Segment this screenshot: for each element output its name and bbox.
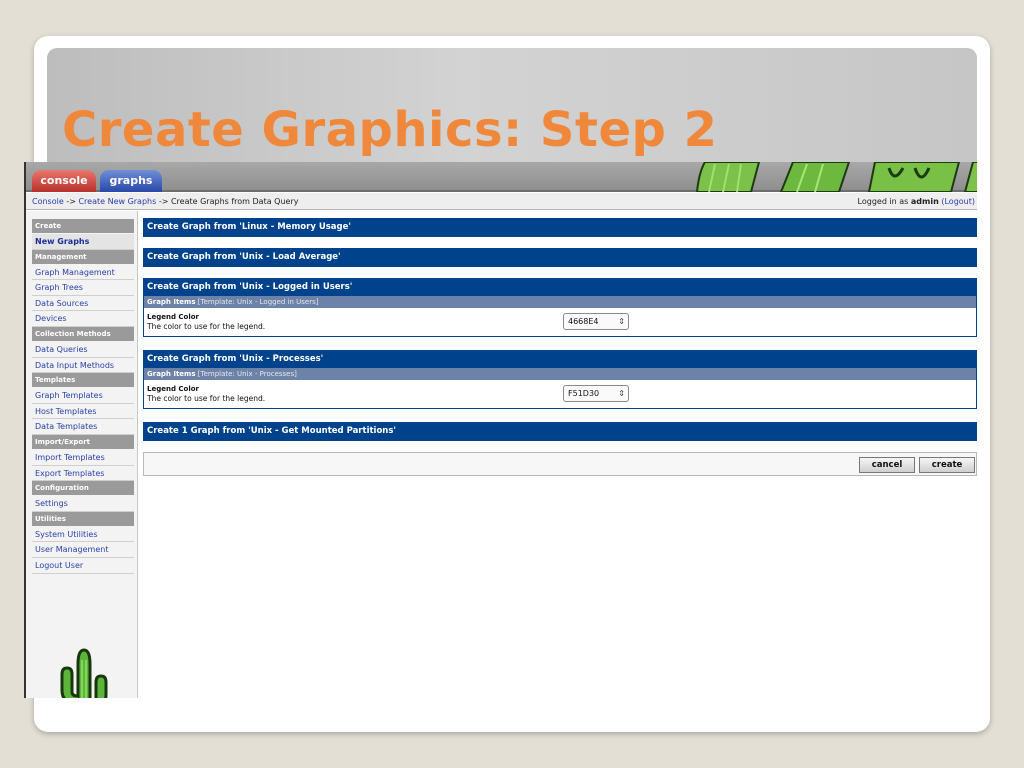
cactus-logo-icon — [60, 648, 108, 698]
panel-title: Create Graph from 'Linux - Memory Usage' — [144, 219, 976, 236]
legend-color-select[interactable]: 4668E4 ⇕ — [563, 313, 629, 330]
login-username: admin — [910, 197, 939, 206]
panel-title: Create Graph from 'Unix - Load Average' — [144, 249, 976, 266]
sidebar-item-export-templates[interactable]: Export Templates — [32, 466, 134, 482]
sidebar-header-collection-methods: Collection Methods — [32, 326, 134, 342]
field-title: Legend Color — [147, 385, 200, 393]
panel-unix-mounted-partitions: Create 1 Graph from 'Unix - Get Mounted … — [143, 422, 977, 441]
panel-linux-memory-usage: Create Graph from 'Linux - Memory Usage' — [143, 218, 977, 237]
graph-items-subheader: Graph Items [Template: Unix - Logged in … — [144, 296, 976, 308]
sidebar-item-graph-management[interactable]: Graph Management — [32, 265, 134, 281]
slide-title: Create Graphics: Step 2 — [62, 102, 718, 158]
login-status: Logged in as admin (Logout) — [858, 193, 975, 210]
form-action-bar: cancel create — [143, 452, 977, 476]
panel-unix-processes: Create Graph from 'Unix - Processes' Gra… — [143, 350, 977, 409]
tab-console[interactable]: console — [32, 170, 96, 192]
panel-unix-load-average: Create Graph from 'Unix - Load Average' — [143, 248, 977, 267]
sidebar-header-templates: Templates — [32, 373, 134, 389]
panel-unix-logged-in-users: Create Graph from 'Unix - Logged in User… — [143, 278, 977, 337]
graph-items-subheader: Graph Items [Template: Unix - Processes] — [144, 368, 976, 380]
field-title: Legend Color — [147, 313, 200, 321]
breadcrumb-separator: -> — [66, 197, 76, 206]
graph-items-template: [Template: Unix - Processes] — [197, 370, 297, 378]
tab-graphs[interactable]: graphs — [100, 170, 162, 192]
sidebar-item-data-templates[interactable]: Data Templates — [32, 419, 134, 435]
cacti-app-window: console graphs Console -> Create New Gra… — [24, 162, 977, 698]
field-description: The color to use for the legend. — [147, 394, 266, 403]
logout-link[interactable]: (Logout) — [941, 197, 975, 206]
login-prefix: Logged in as — [857, 197, 909, 206]
create-button[interactable]: create — [919, 457, 975, 473]
sidebar-item-new-graphs[interactable]: New Graphs — [32, 234, 134, 250]
sidebar-header-utilities: Utilities — [32, 511, 134, 527]
sidebar-header-configuration: Configuration — [32, 481, 134, 497]
legend-color-value: F51D30 — [568, 389, 600, 398]
sidebar-item-import-templates[interactable]: Import Templates — [32, 450, 134, 466]
panel-title: Create 1 Graph from 'Unix - Get Mounted … — [144, 423, 976, 440]
top-navigation-bar: console graphs — [26, 162, 977, 192]
legend-color-value: 4668E4 — [568, 317, 599, 326]
panel-title: Create Graph from 'Unix - Processes' — [144, 351, 976, 368]
sidebar-item-data-queries[interactable]: Data Queries — [32, 342, 134, 358]
sidebar-header-create: Create — [32, 219, 134, 234]
legend-color-row: Legend Color The color to use for the le… — [144, 308, 976, 336]
sidebar-menu: Create New Graphs Management Graph Manageme… — [32, 219, 134, 574]
sidebar-item-host-templates[interactable]: Host Templates — [32, 404, 134, 420]
sidebar-header-import-export: Import/Export — [32, 434, 134, 450]
panel-title: Create Graph from 'Unix - Logged in User… — [144, 279, 976, 296]
sidebar-item-graph-templates[interactable]: Graph Templates — [32, 388, 134, 404]
graph-items-template: [Template: Unix - Logged in Users] — [197, 298, 319, 306]
sidebar: Create New Graphs Management Graph Manageme… — [26, 211, 138, 698]
sidebar-header-management: Management — [32, 249, 134, 265]
legend-color-row: Legend Color The color to use for the le… — [144, 380, 976, 408]
sidebar-item-data-sources[interactable]: Data Sources — [32, 296, 134, 312]
graph-items-label: Graph Items — [147, 298, 196, 306]
sidebar-item-data-input-methods[interactable]: Data Input Methods — [32, 358, 134, 374]
cactus-banner-graphic — [695, 162, 977, 192]
sidebar-item-system-utilities[interactable]: System Utilities — [32, 527, 134, 543]
breadcrumb: Console -> Create New Graphs -> Create G… — [32, 193, 298, 210]
chevron-updown-icon: ⇕ — [618, 389, 625, 398]
graph-items-label: Graph Items — [147, 370, 196, 378]
legend-color-select[interactable]: F51D30 ⇕ — [563, 385, 629, 402]
field-description: The color to use for the legend. — [147, 322, 266, 331]
cancel-button[interactable]: cancel — [859, 457, 915, 473]
sidebar-item-devices[interactable]: Devices — [32, 311, 134, 327]
breadcrumb-create-new-graphs-link[interactable]: Create New Graphs — [78, 197, 156, 206]
breadcrumb-console-link[interactable]: Console — [32, 197, 64, 206]
breadcrumb-separator: -> — [158, 197, 169, 206]
breadcrumb-current: Create Graphs from Data Query — [170, 197, 299, 206]
sidebar-item-settings[interactable]: Settings — [32, 496, 134, 512]
sidebar-item-logout-user[interactable]: Logout User — [32, 558, 134, 574]
chevron-updown-icon: ⇕ — [618, 317, 625, 326]
sidebar-item-graph-trees[interactable]: Graph Trees — [32, 280, 134, 296]
sidebar-item-user-management[interactable]: User Management — [32, 542, 134, 558]
breadcrumb-bar: Console -> Create New Graphs -> Create G… — [26, 193, 977, 210]
